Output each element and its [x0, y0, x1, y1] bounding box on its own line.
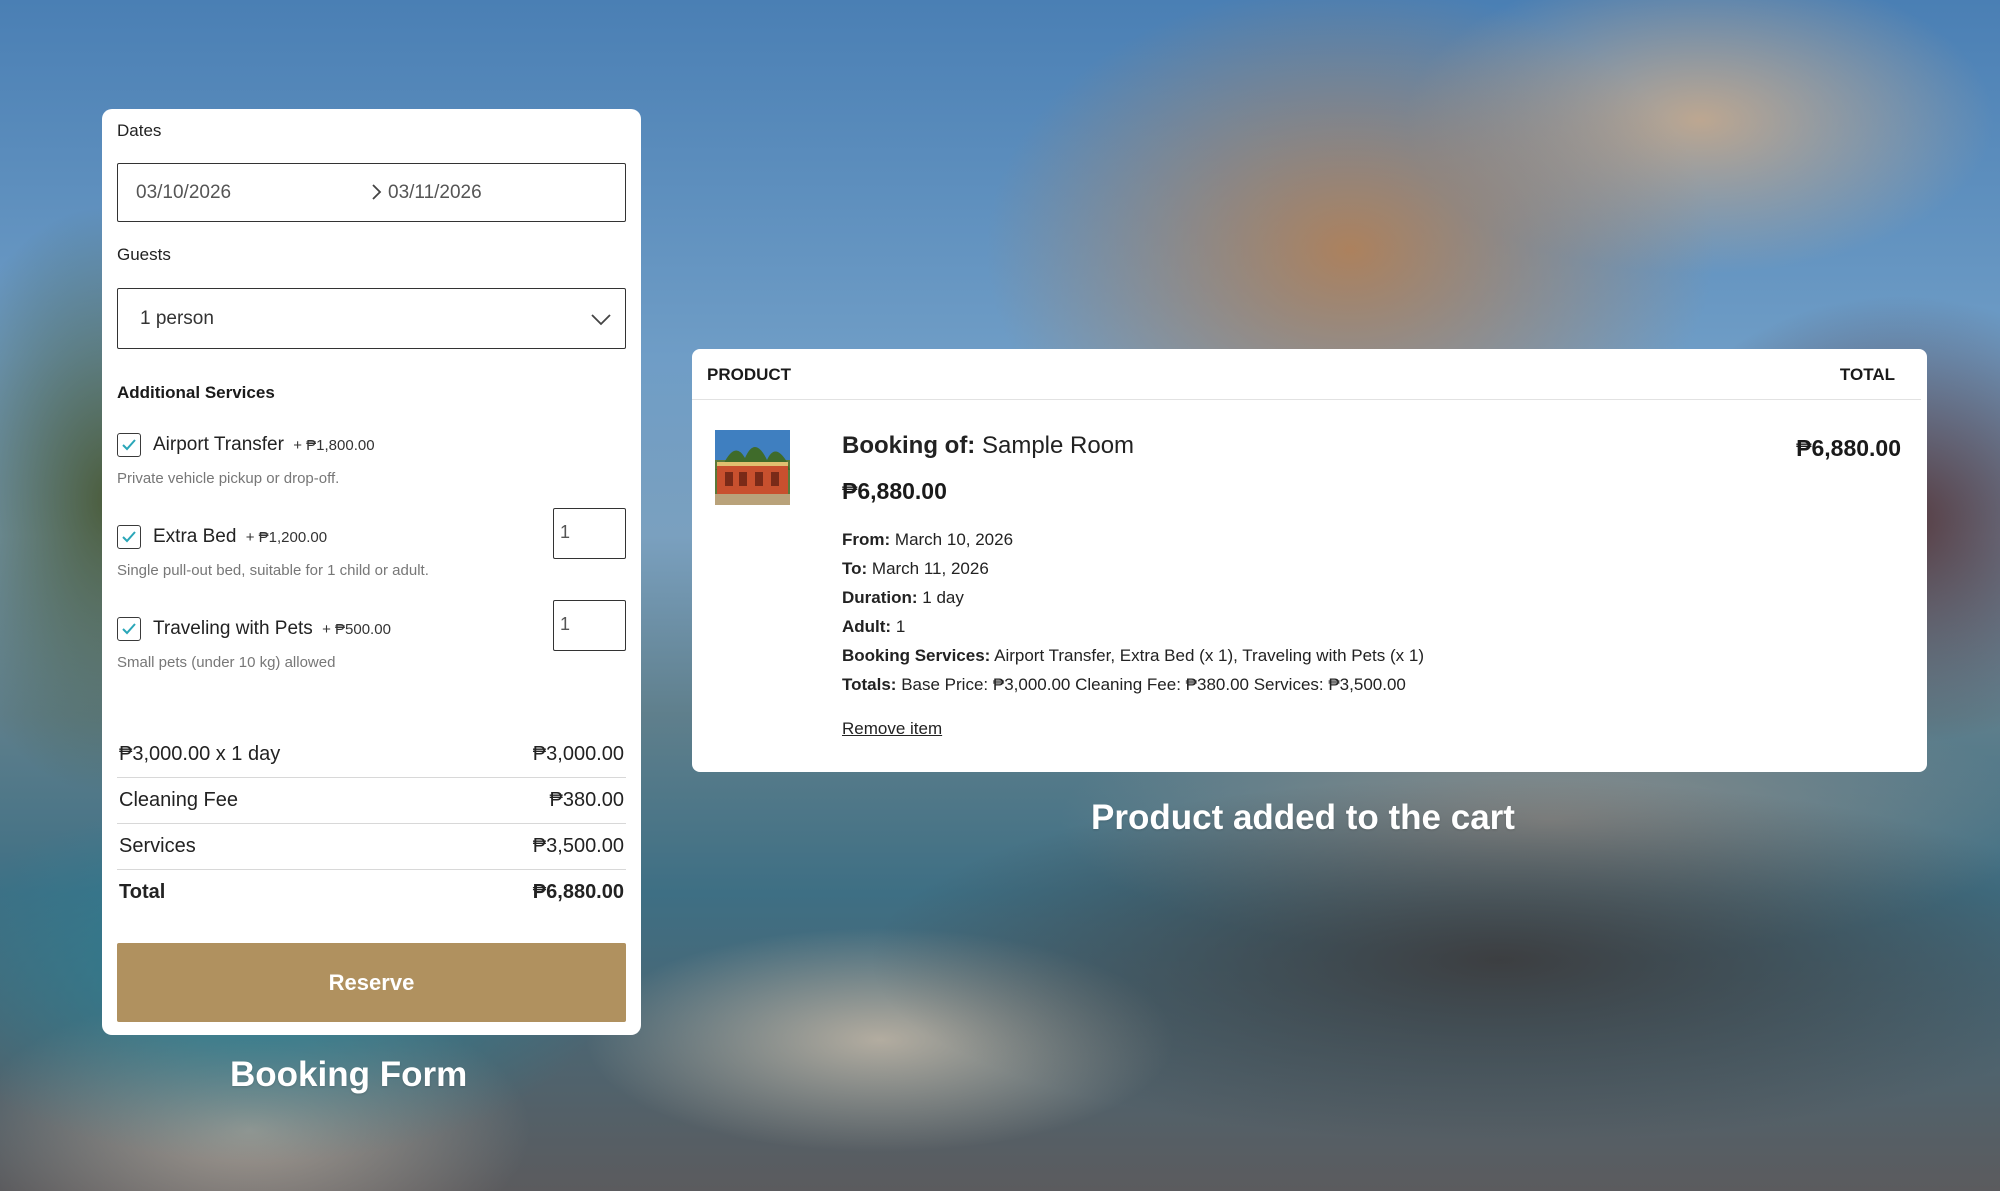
service-name: Extra Bed	[153, 526, 237, 547]
item-title-prefix: Booking of:	[842, 432, 976, 459]
service-description: Small pets (under 10 kg) allowed	[117, 654, 336, 671]
extra-bed-quantity-input[interactable]: 1	[553, 508, 626, 559]
item-title: Booking of: Sample Room	[842, 432, 1424, 460]
check-out-date[interactable]: 03/11/2026	[388, 182, 482, 204]
service-price: + ₱1,200.00	[245, 529, 328, 546]
additional-services-title: Additional Services	[117, 383, 275, 402]
service-description: Single pull-out bed, suitable for 1 chil…	[117, 562, 429, 579]
summary-label: Total	[119, 881, 166, 903]
chevron-down-icon	[591, 314, 611, 326]
room-thumbnail[interactable]	[715, 430, 790, 505]
item-name[interactable]: Sample Room	[982, 432, 1134, 459]
cart-caption: Product added to the cart	[1091, 798, 1515, 837]
checkmark-icon	[122, 531, 136, 543]
booking-form-caption: Booking Form	[230, 1055, 468, 1094]
meta-duration: Duration: 1 day	[842, 588, 964, 607]
summary-value: ₱3,000.00	[532, 743, 624, 765]
product-column-header: PRODUCT	[707, 365, 792, 384]
dates-label: Dates	[117, 121, 162, 140]
airport-transfer-checkbox[interactable]	[117, 433, 141, 457]
guests-value: 1 person	[140, 308, 214, 329]
service-label: Traveling with Pets + ₱500.00	[153, 618, 391, 640]
date-range-input[interactable]: 03/10/2026 03/11/2026	[117, 163, 626, 222]
cart-header: PRODUCT TOTAL	[692, 349, 1921, 400]
meta-from: From: March 10, 2026	[842, 530, 1014, 549]
chevron-right-icon	[372, 184, 382, 200]
service-label: Extra Bed + ₱1,200.00	[153, 526, 327, 548]
service-price: + ₱500.00	[322, 621, 391, 638]
checkmark-icon	[122, 439, 136, 451]
item-price: ₱6,880.00	[842, 478, 947, 504]
checkmark-icon	[122, 623, 136, 635]
summary-row-services: Services ₱3,500.00	[117, 824, 626, 870]
remove-item-link[interactable]: Remove item	[842, 719, 942, 739]
summary-value: ₱3,500.00	[532, 835, 624, 857]
service-price: + ₱1,800.00	[293, 437, 375, 454]
summary-row-total: Total ₱6,880.00	[117, 870, 626, 916]
extra-bed-checkbox[interactable]	[117, 525, 141, 549]
service-label: Airport Transfer + ₱1,800.00	[153, 434, 375, 456]
booking-form: Dates 03/10/2026 03/11/2026 Guests 1 per…	[102, 109, 641, 1035]
reserve-button[interactable]: Reserve	[117, 943, 626, 1022]
service-name: Traveling with Pets	[153, 618, 313, 639]
summary-label: Services	[119, 835, 196, 857]
check-in-date[interactable]: 03/10/2026	[136, 182, 231, 204]
summary-value: ₱6,880.00	[532, 881, 624, 903]
cart-item-details: Booking of: Sample Room ₱6,880.00 From: …	[842, 432, 1424, 739]
summary-label: ₱3,000.00 x 1 day	[119, 743, 281, 765]
summary-row-base: ₱3,000.00 x 1 day ₱3,000.00	[117, 732, 626, 778]
cart-table: PRODUCT TOTAL Booking of: Sample Room ₱6…	[692, 349, 1927, 772]
service-description: Private vehicle pickup or drop-off.	[117, 470, 340, 487]
service-name: Airport Transfer	[153, 434, 284, 455]
meta-adult: Adult: 1	[842, 617, 906, 636]
summary-value: ₱380.00	[549, 789, 624, 811]
meta-booking-services: Booking Services: Airport Transfer, Extr…	[842, 646, 1424, 665]
summary-row-cleaning: Cleaning Fee ₱380.00	[117, 778, 626, 824]
pets-quantity-input[interactable]: 1	[553, 600, 626, 651]
item-line-total: ₱6,880.00	[1796, 435, 1901, 461]
guests-select[interactable]: 1 person	[117, 288, 626, 349]
meta-to: To: March 11, 2026	[842, 559, 989, 578]
total-column-header: TOTAL	[1839, 365, 1895, 384]
guests-label: Guests	[117, 245, 171, 264]
item-meta: From: March 10, 2026 To: March 11, 2026 …	[842, 525, 1424, 699]
summary-label: Cleaning Fee	[119, 789, 238, 811]
meta-totals: Totals: Base Price: ₱3,000.00 Cleaning F…	[842, 675, 1406, 694]
pets-checkbox[interactable]	[117, 617, 141, 641]
